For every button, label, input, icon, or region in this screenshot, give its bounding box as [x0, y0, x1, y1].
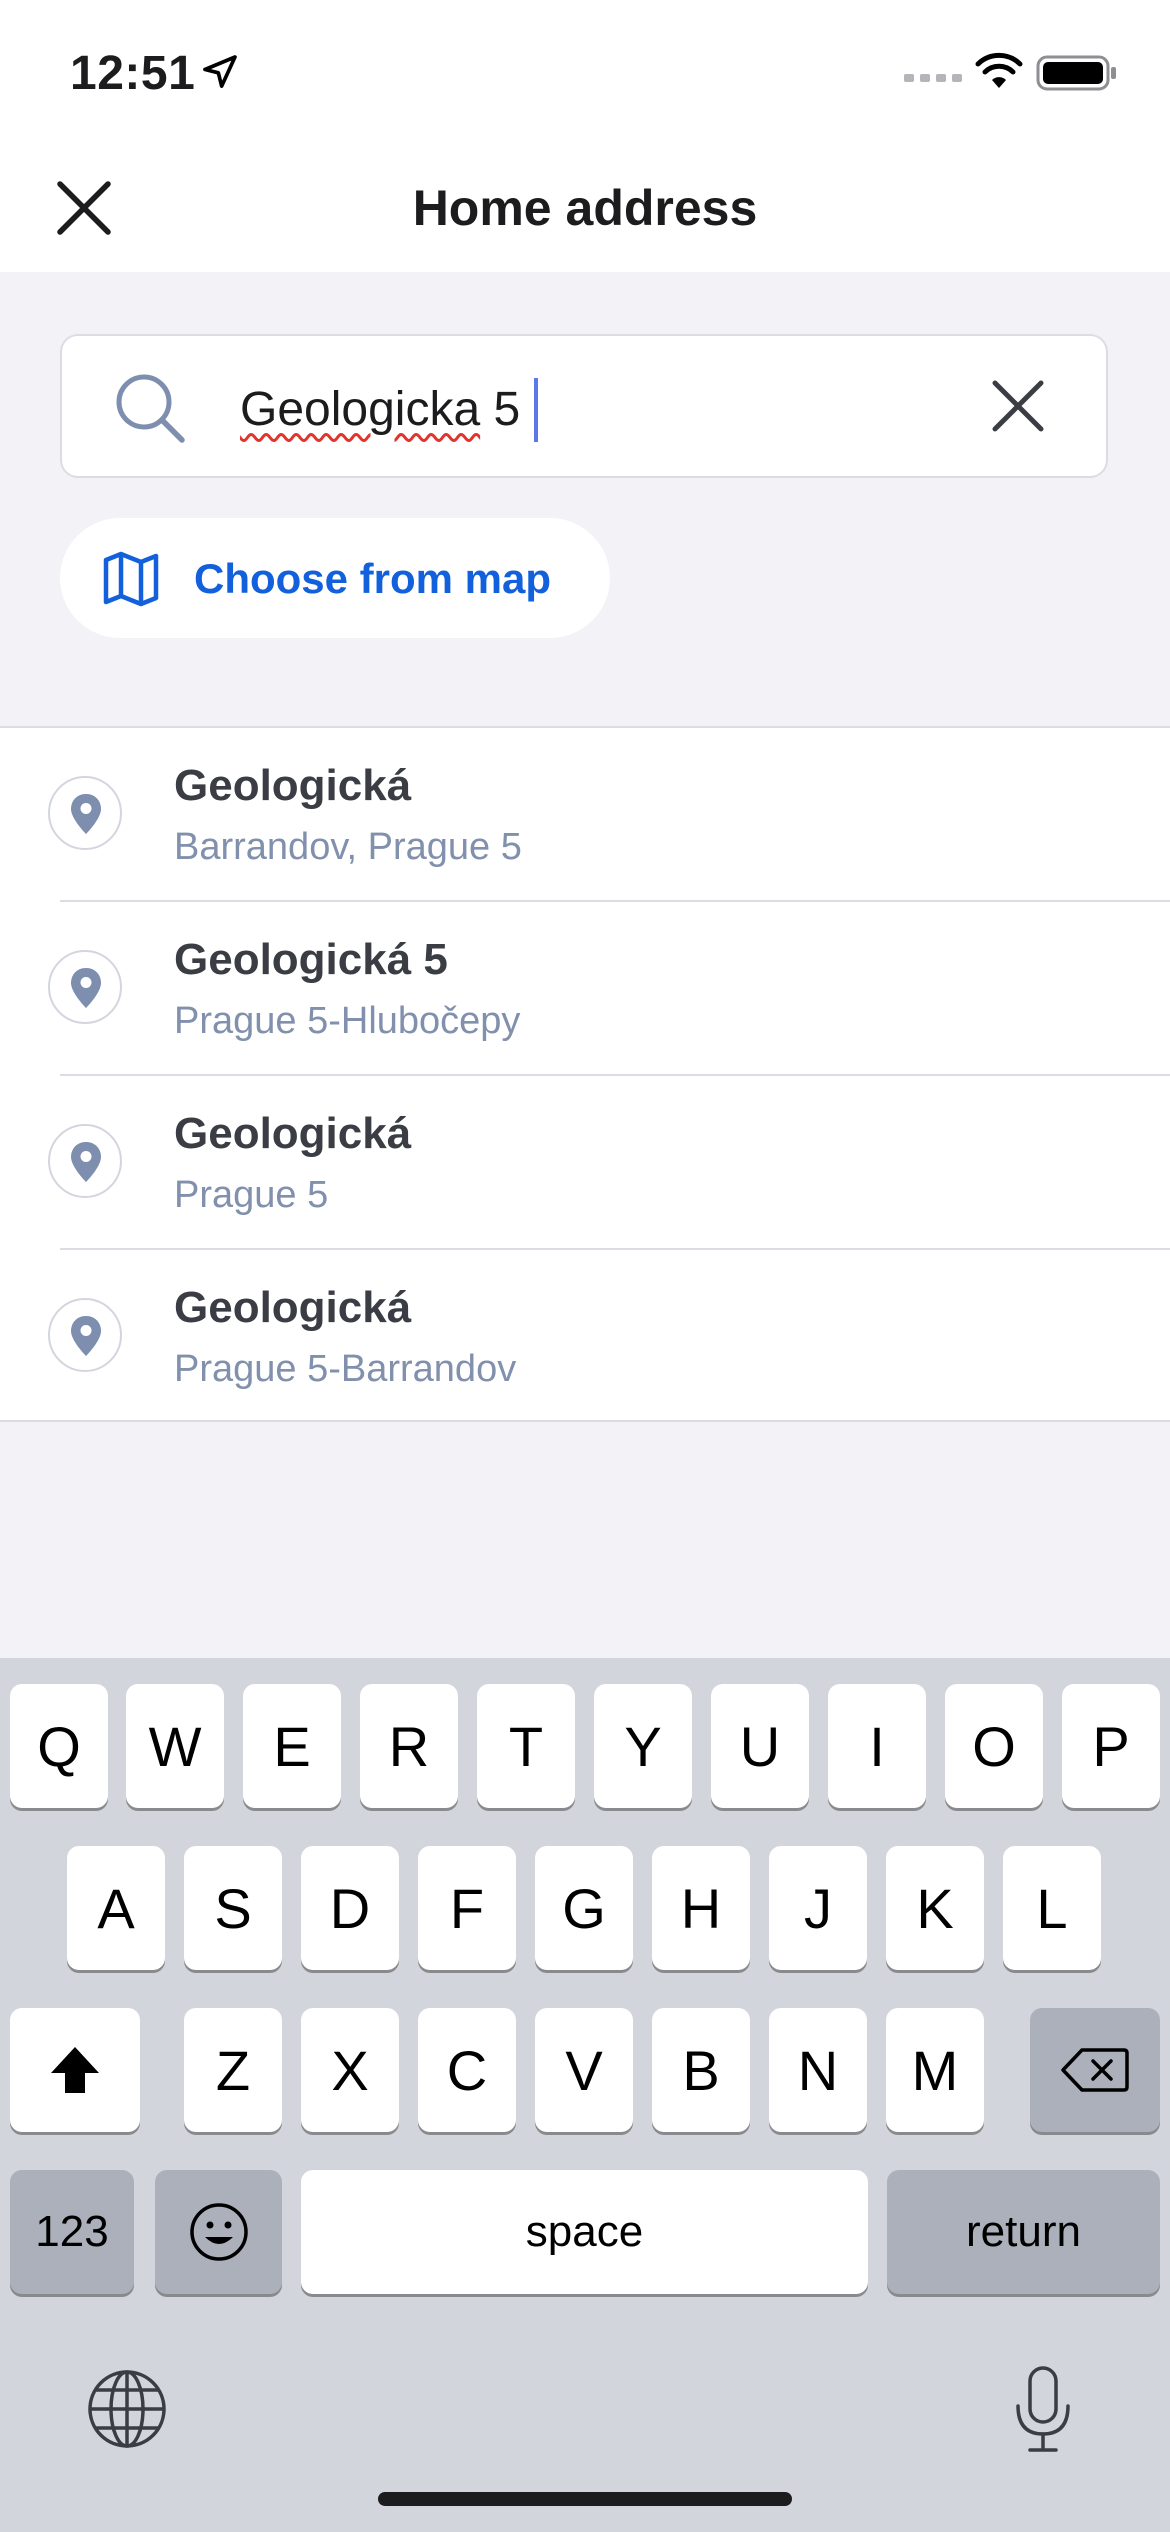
result-item[interactable]: Geologická Barrandov, Prague 5 — [0, 728, 1170, 902]
battery-icon — [1036, 55, 1116, 91]
key-o[interactable]: O — [945, 1684, 1043, 1808]
search-input-value[interactable]: Geologicka 5 — [240, 374, 520, 446]
result-title: Geologická — [174, 1109, 412, 1158]
wifi-icon — [975, 52, 1023, 88]
key-r[interactable]: R — [360, 1684, 458, 1808]
key-z[interactable]: Z — [184, 2008, 282, 2132]
numbers-key[interactable]: 123 — [10, 2170, 134, 2294]
location-pin-icon — [48, 1124, 122, 1198]
key-e[interactable]: E — [243, 1684, 341, 1808]
text-cursor — [534, 378, 538, 442]
emoji-icon — [189, 2203, 248, 2261]
result-subtitle: Barrandov, Prague 5 — [174, 826, 522, 868]
result-subtitle: Prague 5-Barrandov — [174, 1348, 517, 1390]
key-a[interactable]: A — [67, 1846, 165, 1970]
key-m[interactable]: M — [886, 2008, 984, 2132]
keyboard: Q W E R T Y U I O P A S D F G H J K L Z … — [0, 1658, 1170, 2532]
search-input[interactable] — [60, 334, 1108, 478]
result-title: Geologická 5 — [174, 935, 448, 984]
globe-icon[interactable] — [86, 2368, 168, 2450]
key-k[interactable]: K — [886, 1846, 984, 1970]
result-title: Geologická — [174, 1283, 412, 1332]
delete-key[interactable] — [1030, 2008, 1160, 2132]
key-q[interactable]: Q — [10, 1684, 108, 1808]
location-pin-icon — [48, 1298, 122, 1372]
key-f[interactable]: F — [418, 1846, 516, 1970]
home-indicator[interactable] — [378, 2492, 792, 2506]
key-d[interactable]: D — [301, 1846, 399, 1970]
key-i[interactable]: I — [828, 1684, 926, 1808]
key-l[interactable]: L — [1003, 1846, 1101, 1970]
search-results-list: Geologická Barrandov, Prague 5 Geologick… — [0, 726, 1170, 1422]
key-w[interactable]: W — [126, 1684, 224, 1808]
clear-search-icon[interactable] — [990, 378, 1046, 434]
result-subtitle: Prague 5 — [174, 1174, 329, 1216]
key-t[interactable]: T — [477, 1684, 575, 1808]
status-bar: 12:51 — [0, 0, 1170, 140]
result-title: Geologická — [174, 761, 412, 810]
cellular-signal-icon — [904, 74, 962, 82]
key-y[interactable]: Y — [594, 1684, 692, 1808]
misspelled-word: Geologicka — [240, 383, 481, 436]
key-n[interactable]: N — [769, 2008, 867, 2132]
location-pin-icon — [48, 950, 122, 1024]
key-j[interactable]: J — [769, 1846, 867, 1970]
shift-arrow-icon — [51, 2047, 99, 2093]
result-item[interactable]: Geologická 5 Prague 5-Hlubočepy — [0, 902, 1170, 1076]
location-pin-icon — [48, 776, 122, 850]
key-c[interactable]: C — [418, 2008, 516, 2132]
key-u[interactable]: U — [711, 1684, 809, 1808]
shift-key[interactable] — [10, 2008, 140, 2132]
emoji-key[interactable] — [155, 2170, 282, 2294]
search-icon — [116, 374, 185, 443]
search-value-rest: 5 — [480, 383, 521, 436]
backspace-icon — [1061, 2048, 1129, 2092]
key-g[interactable]: G — [535, 1846, 633, 1970]
key-h[interactable]: H — [652, 1846, 750, 1970]
microphone-icon[interactable] — [1010, 2364, 1076, 2456]
page-title: Home address — [412, 180, 758, 236]
map-icon — [103, 551, 159, 607]
location-arrow-icon — [203, 55, 237, 88]
return-key[interactable]: return — [887, 2170, 1160, 2294]
key-p[interactable]: P — [1062, 1684, 1160, 1808]
result-subtitle: Prague 5-Hlubočepy — [174, 1000, 521, 1042]
key-b[interactable]: B — [652, 2008, 750, 2132]
result-item[interactable]: Geologická Prague 5 — [0, 1076, 1170, 1250]
status-time: 12:51 — [70, 47, 196, 100]
key-x[interactable]: X — [301, 2008, 399, 2132]
choose-from-map-label: Choose from map — [194, 555, 552, 602]
key-v[interactable]: V — [535, 2008, 633, 2132]
space-key[interactable]: space — [301, 2170, 868, 2294]
key-s[interactable]: S — [184, 1846, 282, 1970]
result-item[interactable]: Geologická Prague 5-Barrandov — [0, 1250, 1170, 1424]
